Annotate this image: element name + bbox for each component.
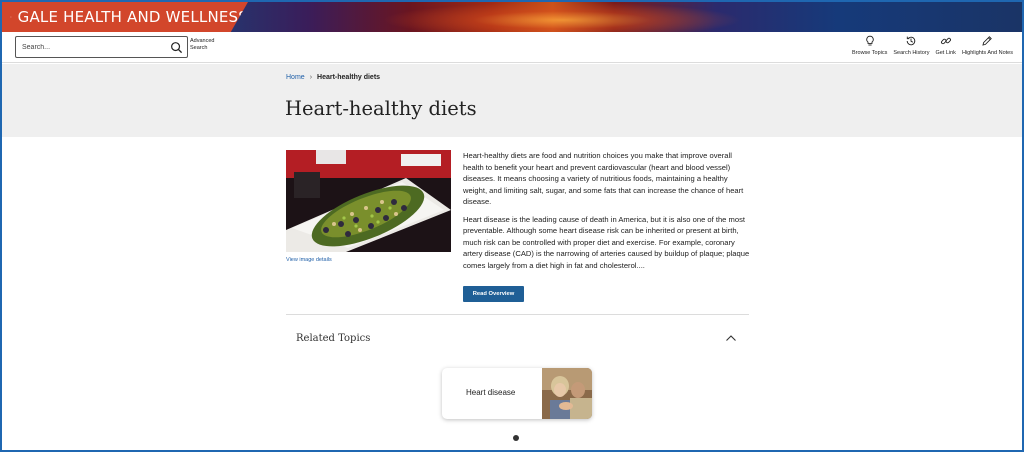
history-icon xyxy=(907,36,916,46)
breadcrumb: Home › Heart-healthy diets xyxy=(286,74,380,81)
link-icon xyxy=(940,37,951,45)
breadcrumb-current: Heart-healthy diets xyxy=(317,74,381,81)
view-image-details-link[interactable]: View image details xyxy=(286,257,332,263)
toolbar: Advanced Search Browse Topics Search His… xyxy=(2,32,1022,63)
browse-topics-label: Browse Topics xyxy=(852,50,888,56)
highlights-notes-label: Highlights And Notes xyxy=(961,50,1013,56)
brand-title: GALE HEALTH AND WELLNESS xyxy=(17,8,248,26)
breadcrumb-separator: › xyxy=(309,74,313,81)
heart-disease-thumbnail xyxy=(542,368,592,419)
feature-image[interactable] xyxy=(286,150,451,252)
page-title: Heart-healthy diets xyxy=(285,97,477,120)
chevron-up-icon[interactable] xyxy=(725,333,737,343)
search-input[interactable] xyxy=(16,43,166,51)
related-topics-heading: Related Topics xyxy=(296,333,371,344)
browse-topics-button[interactable]: Browse Topics xyxy=(849,35,890,56)
read-overview-button[interactable]: Read Overview xyxy=(463,286,524,302)
breadcrumb-home-link[interactable]: Home xyxy=(286,74,305,81)
related-topic-card[interactable]: Heart disease xyxy=(442,368,592,419)
highlights-notes-button[interactable]: Highlights And Notes xyxy=(959,35,1016,56)
carousel-dot[interactable] xyxy=(513,435,519,441)
page-header: Home › Heart-healthy diets Heart-healthy… xyxy=(2,64,1022,137)
app-window: GALE HEALTH AND WELLNESS Advanced Search… xyxy=(0,0,1024,452)
overview-paragraph: Heart disease is the leading cause of de… xyxy=(463,214,750,270)
pencil-icon xyxy=(982,36,993,46)
search-box xyxy=(15,36,188,58)
search-history-label: Search History xyxy=(893,50,930,56)
overview-paragraph: Heart-healthy diets are food and nutriti… xyxy=(463,151,744,206)
search-icon[interactable] xyxy=(170,41,183,54)
brand-logo-area[interactable]: GALE HEALTH AND WELLNESS xyxy=(2,2,248,32)
top-banner: GALE HEALTH AND WELLNESS xyxy=(2,2,1022,32)
advanced-search-link[interactable]: Advanced Search xyxy=(190,38,220,52)
section-divider xyxy=(286,314,749,315)
search-history-button[interactable]: Search History xyxy=(890,35,932,56)
related-topic-label: Heart disease xyxy=(466,388,516,397)
salad-photo xyxy=(286,150,451,252)
tool-menu: Browse Topics Search History Get Link Hi… xyxy=(849,35,1016,56)
lightbulb-icon xyxy=(865,35,874,46)
get-link-button[interactable]: Get Link xyxy=(932,35,958,56)
banner-artwork xyxy=(382,2,742,32)
gale-logo-icon xyxy=(10,16,12,18)
overview-text: Heart-healthy diets are food and nutriti… xyxy=(463,150,751,277)
get-link-label: Get Link xyxy=(935,50,956,56)
